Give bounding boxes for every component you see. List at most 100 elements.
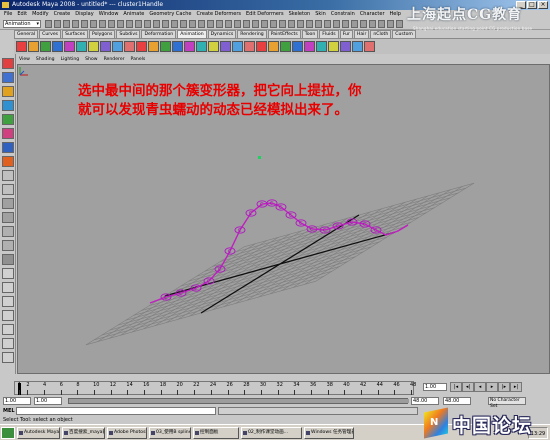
menu-window[interactable]: Window — [99, 10, 119, 18]
toolbox-tool-icon[interactable] — [2, 338, 14, 349]
shelf-tool-icon[interactable] — [340, 41, 351, 52]
taskbar-task[interactable]: 03_使用B spline N... — [149, 427, 191, 439]
toolbox-tool-icon[interactable] — [2, 352, 14, 363]
shelf-tool-icon[interactable] — [112, 41, 123, 52]
shelf-tab-general[interactable]: General — [14, 30, 39, 38]
shelf-tool-icon[interactable] — [64, 41, 75, 52]
shelf-tool-icon[interactable] — [88, 41, 99, 52]
panel-menu-panels[interactable]: Panels — [131, 57, 146, 63]
animation-start-field[interactable]: 1.00 — [3, 397, 31, 405]
status-line-tool-icon[interactable] — [90, 20, 97, 28]
status-line-tool-icon[interactable] — [297, 20, 304, 28]
shelf-tool-icon[interactable] — [16, 41, 27, 52]
toolbox-tool-icon[interactable] — [2, 100, 14, 111]
status-line-tool-icon[interactable] — [306, 20, 313, 28]
status-line-tool-icon[interactable] — [63, 20, 70, 28]
shelf-tool-icon[interactable] — [172, 41, 183, 52]
shelf-tab-curves[interactable]: Curves — [39, 30, 62, 38]
shelf-tool-icon[interactable] — [184, 41, 195, 52]
status-line-tool-icon[interactable] — [99, 20, 106, 28]
panel-menu-lighting[interactable]: Lighting — [61, 57, 80, 63]
menu-create[interactable]: Create — [54, 10, 71, 18]
shelf-tab-subdivs[interactable]: Subdivs — [116, 30, 141, 38]
status-line-tool-icon[interactable] — [72, 20, 79, 28]
shelf-tool-icon[interactable] — [196, 41, 207, 52]
menu-character[interactable]: Character — [360, 10, 385, 18]
status-line-tool-icon[interactable] — [378, 20, 385, 28]
go-to-end-button[interactable]: ▸| — [510, 382, 522, 392]
shelf-tab-custom[interactable]: Custom — [392, 30, 416, 38]
shelf-tool-icon[interactable] — [208, 41, 219, 52]
panel-menu-view[interactable]: View — [19, 57, 30, 63]
shelf-tool-icon[interactable] — [148, 41, 159, 52]
play-backward-button[interactable]: ◂ — [474, 382, 486, 392]
taskbar-task[interactable]: 控制面板 — [193, 427, 239, 439]
shelf-tool-icon[interactable] — [100, 41, 111, 52]
shelf-tab-animation[interactable]: Animation — [177, 30, 207, 38]
taskbar-task[interactable]: Adobe Photoshop — [107, 427, 147, 439]
toolbox-tool-icon[interactable] — [2, 156, 14, 167]
status-line-tool-icon[interactable] — [351, 20, 358, 28]
status-line-tool-icon[interactable] — [288, 20, 295, 28]
menu-create-deformers[interactable]: Create Deformers — [196, 10, 241, 18]
shelf-tab-hair[interactable]: Hair — [353, 30, 370, 38]
toolbox-tool-icon[interactable] — [2, 296, 14, 307]
status-line-tool-icon[interactable] — [207, 20, 214, 28]
shelf-tool-icon[interactable] — [328, 41, 339, 52]
toolbox-tool-icon[interactable] — [2, 170, 14, 181]
current-frame-field[interactable]: 1.00 — [423, 383, 447, 391]
panel-menu-shading[interactable]: Shading — [36, 57, 55, 63]
menu-skeleton[interactable]: Skeleton — [289, 10, 311, 18]
shelf-tab-fluids[interactable]: Fluids — [319, 30, 339, 38]
status-line-tool-icon[interactable] — [279, 20, 286, 28]
status-line-tool-icon[interactable] — [153, 20, 160, 28]
menu-geometry-cache[interactable]: Geometry Cache — [149, 10, 191, 18]
toolbox-tool-icon[interactable] — [2, 310, 14, 321]
shelf-tab-dynamics[interactable]: Dynamics — [207, 30, 237, 38]
play-forward-button[interactable]: ▸ — [486, 382, 498, 392]
shelf-tool-icon[interactable] — [28, 41, 39, 52]
shelf-tool-icon[interactable] — [40, 41, 51, 52]
status-line-tool-icon[interactable] — [315, 20, 322, 28]
playback-end-field[interactable]: 48.00 — [411, 397, 439, 405]
toolbox-tool-icon[interactable] — [2, 86, 14, 97]
toolbox-tool-icon[interactable] — [2, 142, 14, 153]
toolbox-tool-icon[interactable] — [2, 212, 14, 223]
mel-input[interactable] — [16, 407, 216, 415]
panel-menu-renderer[interactable]: Renderer — [104, 57, 125, 63]
shelf-tool-icon[interactable] — [220, 41, 231, 52]
status-line-tool-icon[interactable] — [252, 20, 259, 28]
toolbox-tool-icon[interactable] — [2, 114, 14, 125]
status-line-tool-icon[interactable] — [261, 20, 268, 28]
toolbox-tool-icon[interactable] — [2, 324, 14, 335]
toolbox-tool-icon[interactable] — [2, 72, 14, 83]
status-line-tool-icon[interactable] — [189, 20, 196, 28]
status-line-tool-icon[interactable] — [126, 20, 133, 28]
taskbar-task[interactable]: 02_制作课堂动画... — [241, 427, 302, 439]
shelf-tab-surfaces[interactable]: Surfaces — [62, 30, 88, 38]
step-back-button[interactable]: ◂| — [462, 382, 474, 392]
toolbox-tool-icon[interactable] — [2, 254, 14, 265]
shelf-tool-icon[interactable] — [280, 41, 291, 52]
toolbox-tool-icon[interactable] — [2, 226, 14, 237]
toolbox-tool-icon[interactable] — [2, 240, 14, 251]
shelf-tool-icon[interactable] — [292, 41, 303, 52]
step-forward-button[interactable]: |▸ — [498, 382, 510, 392]
menu-animate[interactable]: Animate — [123, 10, 144, 18]
status-line-tool-icon[interactable] — [369, 20, 376, 28]
time-slider[interactable]: 1 2 4 6 8 10 12 14 16 18 20 22 24 26 28 30 32 34 36 38 40 42 4… — [14, 381, 416, 395]
menu-file[interactable]: File — [4, 10, 12, 18]
toolbox-tool-icon[interactable] — [2, 268, 14, 279]
status-line-tool-icon[interactable] — [342, 20, 349, 28]
status-line-tool-icon[interactable] — [144, 20, 151, 28]
menu-modify[interactable]: Modify — [32, 10, 49, 18]
status-line-tool-icon[interactable] — [81, 20, 88, 28]
status-line-tool-icon[interactable] — [171, 20, 178, 28]
shelf-tool-icon[interactable] — [304, 41, 315, 52]
taskbar-task[interactable]: Autodesk Maya 2008... — [17, 427, 60, 439]
shelf-tool-icon[interactable] — [136, 41, 147, 52]
shelf-tab-deformation[interactable]: Deformation — [141, 30, 177, 38]
shelf-tab-ncloth[interactable]: nCloth — [370, 30, 392, 38]
shelf-tool-icon[interactable] — [76, 41, 87, 52]
shelf-tool-icon[interactable] — [316, 41, 327, 52]
